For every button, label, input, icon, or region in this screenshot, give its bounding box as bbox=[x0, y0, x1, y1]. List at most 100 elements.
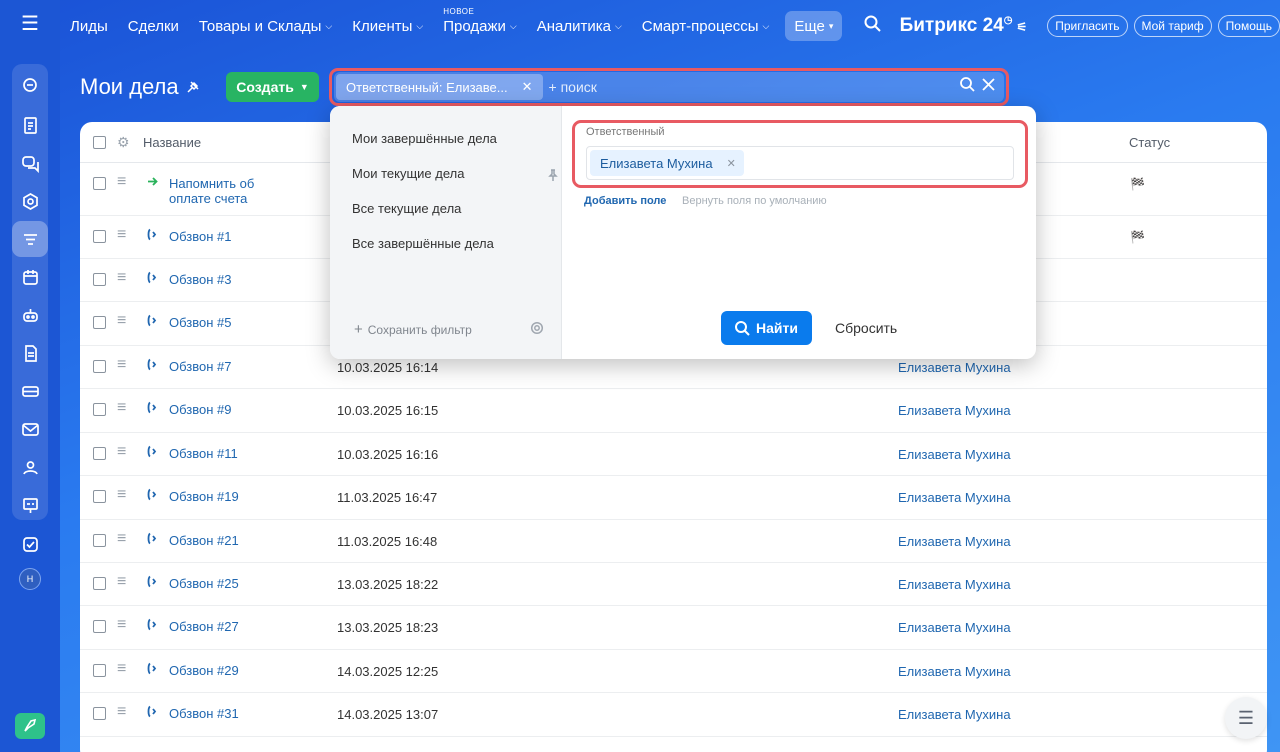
row-menu-icon[interactable]: ≡ bbox=[117, 227, 126, 243]
table-row[interactable]: ≡ Обзвон #19 11.03.2025 16:47 Елизавета Мух… bbox=[80, 476, 1267, 520]
close-icon[interactable]: ✕ bbox=[522, 79, 533, 95]
responsible-link[interactable]: Елизавета Мухина bbox=[898, 534, 1011, 549]
activity-title[interactable]: Обзвон #27 bbox=[169, 619, 239, 634]
table-row[interactable]: ≡ Обзвон #11 10.03.2025 16:16 Елизавета Мух… bbox=[80, 433, 1267, 476]
add-field-link[interactable]: Добавить поле bbox=[584, 195, 666, 207]
table-row[interactable]: ≡ Обзвон #21 11.03.2025 16:48 Елизавета Мух… bbox=[80, 520, 1267, 563]
table-row[interactable]: ≡ Обзвон #29 14.03.2025 12:25 Елизавета Мух… bbox=[80, 650, 1267, 693]
gear-icon[interactable]: ⚙ bbox=[117, 134, 130, 151]
menu-burger-icon[interactable]: ☰ bbox=[18, 14, 42, 34]
settings-sliders-icon[interactable]: ⚟ bbox=[1016, 20, 1027, 34]
activity-title[interactable]: Обзвон #1 bbox=[169, 229, 231, 244]
hexagon-icon[interactable] bbox=[12, 183, 48, 219]
row-checkbox[interactable] bbox=[93, 447, 106, 460]
document-icon[interactable] bbox=[12, 107, 48, 143]
nav-more[interactable]: Еще ▾ bbox=[785, 11, 843, 41]
row-checkbox[interactable] bbox=[93, 177, 106, 190]
nav-item-6[interactable]: Смарт-процессы ⌵ bbox=[632, 0, 780, 52]
filter-preset-item[interactable]: Мои завершённые дела bbox=[352, 131, 497, 146]
activity-title[interactable]: Обзвон #25 bbox=[169, 576, 239, 591]
filter-search-bar[interactable]: Ответственный: Елизаве... ✕ + поиск bbox=[334, 72, 1004, 102]
user-avatar[interactable]: Н bbox=[19, 568, 41, 590]
row-menu-icon[interactable]: ≡ bbox=[117, 487, 126, 503]
find-button[interactable]: Найти bbox=[721, 311, 812, 345]
table-row[interactable]: ≡ Обзвон #27 13.03.2025 18:23 Елизавета Мух… bbox=[80, 606, 1267, 650]
filter-preset-item[interactable]: Все текущие дела bbox=[352, 201, 461, 216]
chat-icon[interactable] bbox=[12, 145, 48, 181]
select-all-checkbox[interactable] bbox=[93, 136, 106, 149]
save-filter-button[interactable]: + Сохранить фильтр bbox=[354, 321, 472, 338]
row-menu-icon[interactable]: ≡ bbox=[117, 270, 126, 286]
storage-icon[interactable] bbox=[12, 373, 48, 409]
nav-item-0[interactable]: Лиды bbox=[60, 0, 118, 52]
activity-title[interactable]: Обзвон #11 bbox=[169, 446, 238, 461]
responsible-link[interactable]: Елизавета Мухина bbox=[898, 620, 1011, 635]
activity-title[interactable]: Обзвон #31 bbox=[169, 706, 239, 721]
row-menu-icon[interactable]: ≡ bbox=[117, 444, 126, 460]
bitrix-logo[interactable]: Битрикс 24◷ ⚟ bbox=[900, 15, 1028, 37]
responsible-link[interactable]: Елизавета Мухина bbox=[898, 490, 1011, 505]
calendar-icon[interactable] bbox=[12, 259, 48, 295]
row-checkbox[interactable] bbox=[93, 707, 106, 720]
responsible-link[interactable]: Елизавета Мухина bbox=[898, 360, 1011, 375]
nav-item-1[interactable]: Сделки bbox=[118, 0, 189, 52]
gear-icon[interactable] bbox=[530, 321, 544, 335]
row-menu-icon[interactable]: ≡ bbox=[117, 574, 126, 590]
robot-icon[interactable] bbox=[12, 297, 48, 333]
pin-icon[interactable] bbox=[186, 80, 202, 96]
responsible-link[interactable]: Елизавета Мухина bbox=[898, 664, 1011, 679]
nav-item-2[interactable]: Товары и Склады ⌵ bbox=[189, 0, 342, 52]
activity-title[interactable]: Обзвон #9 bbox=[169, 402, 231, 417]
row-menu-icon[interactable]: ≡ bbox=[117, 174, 126, 190]
responsible-link[interactable]: Елизавета Мухина bbox=[898, 577, 1011, 592]
rocket-icon[interactable] bbox=[15, 713, 45, 739]
activity-title[interactable]: Обзвон #5 bbox=[169, 315, 231, 330]
row-menu-icon[interactable]: ≡ bbox=[117, 661, 126, 677]
responsible-input[interactable]: Елизавета Мухина ✕ bbox=[586, 146, 1014, 180]
activity-title[interactable]: Обзвон #21 bbox=[169, 533, 239, 548]
tariff-button[interactable]: Мой тариф bbox=[1133, 15, 1212, 37]
table-row[interactable]: ≡ Обзвон #9 10.03.2025 16:15 Елизавета Мухи… bbox=[80, 389, 1267, 433]
row-menu-icon[interactable]: ≡ bbox=[117, 704, 126, 720]
nav-item-5[interactable]: Аналитика ⌵ bbox=[527, 0, 632, 52]
close-icon[interactable]: ✕ bbox=[727, 157, 736, 170]
row-checkbox[interactable] bbox=[93, 360, 106, 373]
activity-title[interactable]: Обзвон #19 bbox=[169, 489, 239, 504]
table-row[interactable]: ≡ Обзвон #31 14.03.2025 13:07 Елизавета Мух… bbox=[80, 693, 1267, 737]
column-name[interactable]: Название bbox=[143, 135, 201, 150]
table-row[interactable]: ≡ Обзвон #25 13.03.2025 18:22 Елизавета Мух… bbox=[80, 563, 1267, 606]
clear-icon[interactable] bbox=[981, 77, 996, 97]
reset-button[interactable]: Сбросить bbox=[835, 320, 897, 336]
row-checkbox[interactable] bbox=[93, 403, 106, 416]
filter-chip[interactable]: Ответственный: Елизаве... ✕ bbox=[336, 74, 543, 100]
presentation-icon[interactable] bbox=[12, 487, 48, 523]
responsible-link[interactable]: Елизавета Мухина bbox=[898, 707, 1011, 722]
responsible-link[interactable]: Елизавета Мухина bbox=[898, 447, 1011, 462]
row-checkbox[interactable] bbox=[93, 534, 106, 547]
activity-title[interactable]: Обзвон #7 bbox=[169, 359, 231, 374]
row-checkbox[interactable] bbox=[93, 620, 106, 633]
search-icon[interactable] bbox=[960, 77, 975, 97]
filter-preset-item[interactable]: Мои текущие дела bbox=[352, 166, 464, 181]
row-menu-icon[interactable]: ≡ bbox=[117, 357, 126, 373]
filter-icon[interactable] bbox=[12, 221, 48, 257]
invite-button[interactable]: Пригласить bbox=[1047, 15, 1128, 37]
reset-fields-link[interactable]: Вернуть поля по умолчанию bbox=[682, 195, 827, 207]
column-status[interactable]: Статус bbox=[1129, 135, 1170, 150]
activity-title[interactable]: Обзвон #29 bbox=[169, 663, 239, 678]
row-menu-icon[interactable]: ≡ bbox=[117, 400, 126, 416]
file-icon[interactable] bbox=[12, 335, 48, 371]
row-menu-icon[interactable]: ≡ bbox=[117, 531, 126, 547]
create-button[interactable]: Создать ▼ bbox=[226, 72, 319, 102]
crm-icon[interactable] bbox=[12, 67, 48, 103]
help-button[interactable]: Помощь bbox=[1217, 15, 1280, 37]
responsible-link[interactable]: Елизавета Мухина bbox=[898, 403, 1011, 418]
users-icon[interactable] bbox=[12, 449, 48, 485]
row-menu-icon[interactable]: ≡ bbox=[117, 313, 126, 329]
nav-item-4[interactable]: НОВОЕ Продажи ⌵ bbox=[433, 0, 526, 52]
mail-icon[interactable] bbox=[12, 411, 48, 447]
row-checkbox[interactable] bbox=[93, 577, 106, 590]
pin-icon[interactable] bbox=[548, 168, 558, 181]
search-icon[interactable] bbox=[864, 15, 885, 37]
row-checkbox[interactable] bbox=[93, 273, 106, 286]
